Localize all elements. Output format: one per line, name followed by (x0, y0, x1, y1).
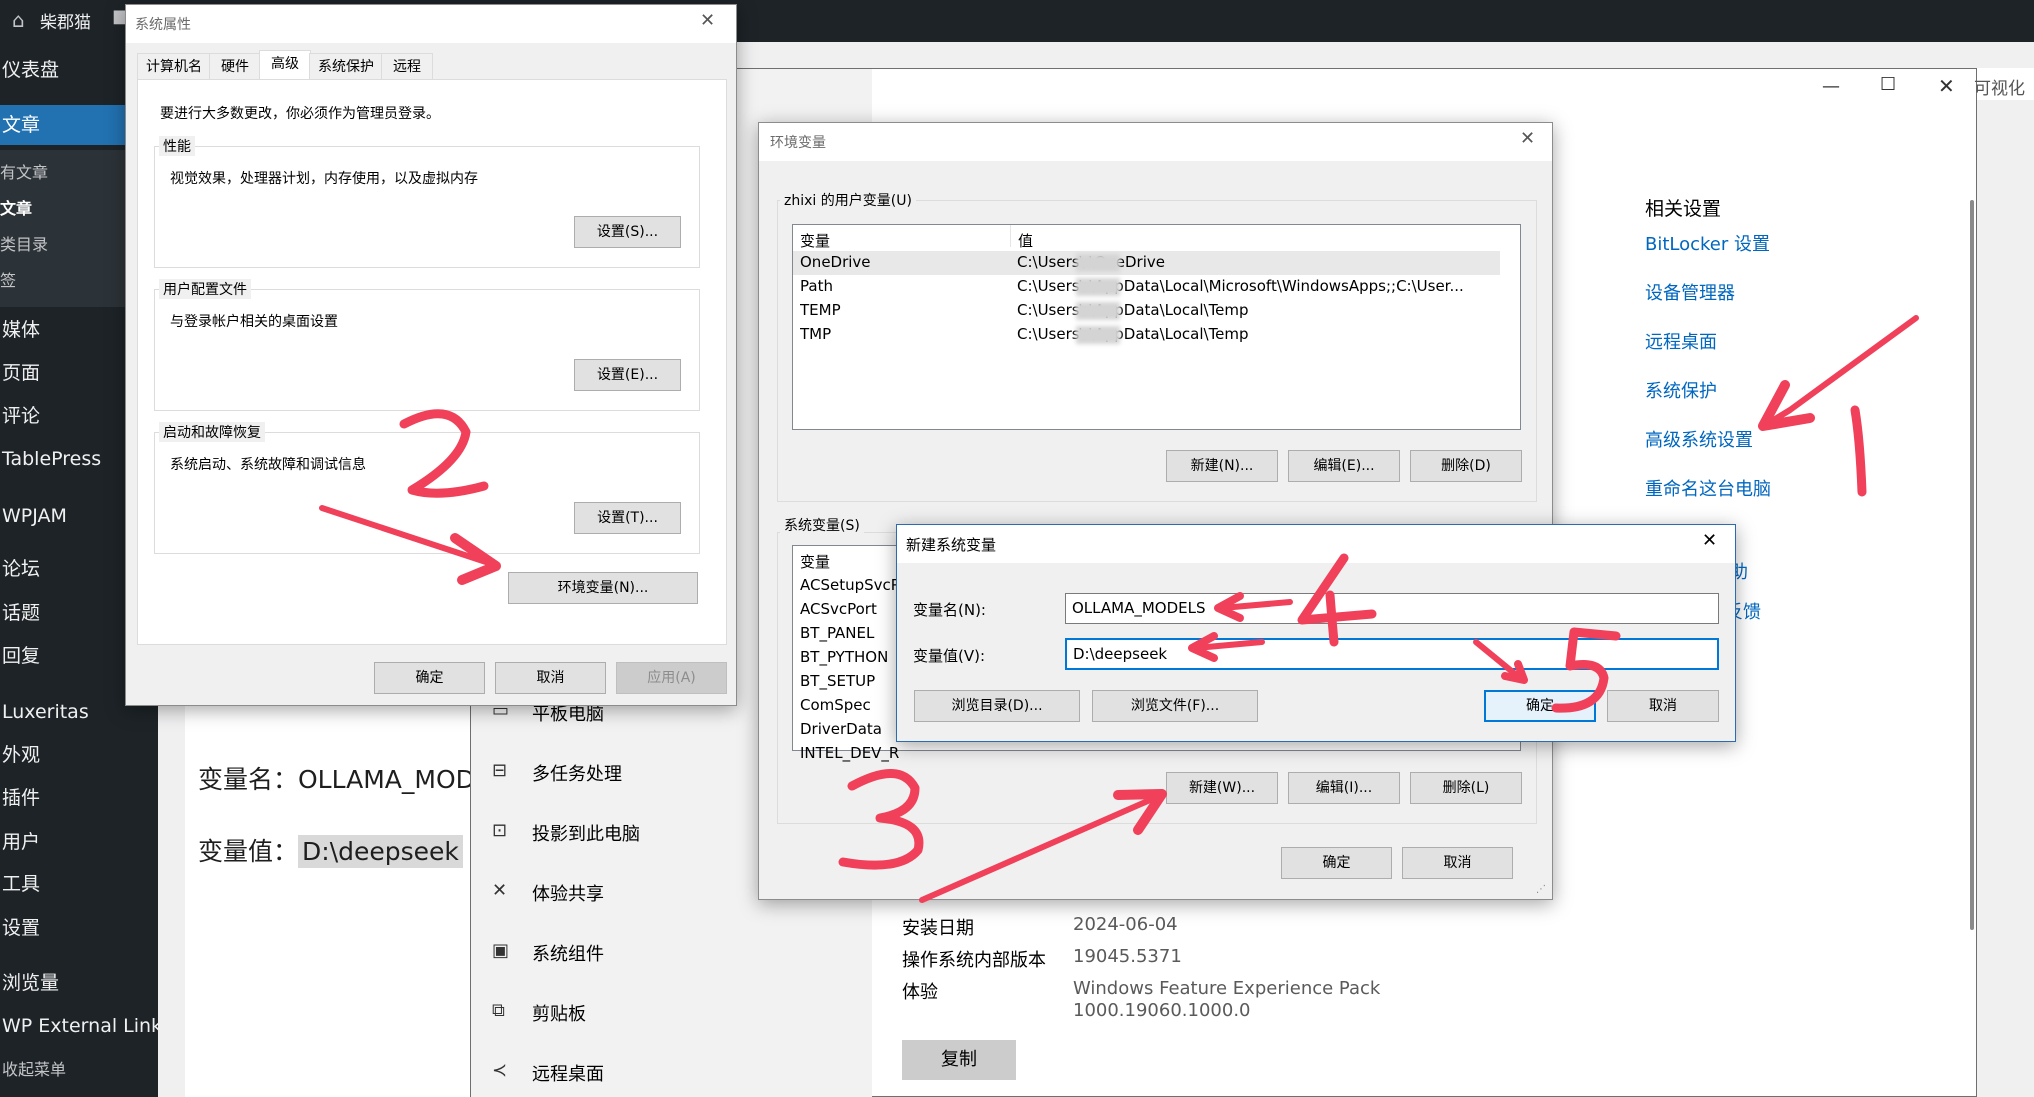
numeral-3 (838, 769, 924, 870)
numeral-1 (1850, 405, 1867, 497)
numeral-4 (1297, 553, 1377, 647)
arrow-3 (919, 792, 1163, 903)
arrow-5 (1473, 639, 1523, 681)
annotation-layer (319, 315, 1919, 903)
numeral-2 (399, 409, 489, 498)
arrowhead-1 (1758, 380, 1815, 431)
arrow-1 (1764, 315, 1919, 427)
numeral-5 (1551, 627, 1621, 713)
arrow-2 (319, 505, 495, 567)
